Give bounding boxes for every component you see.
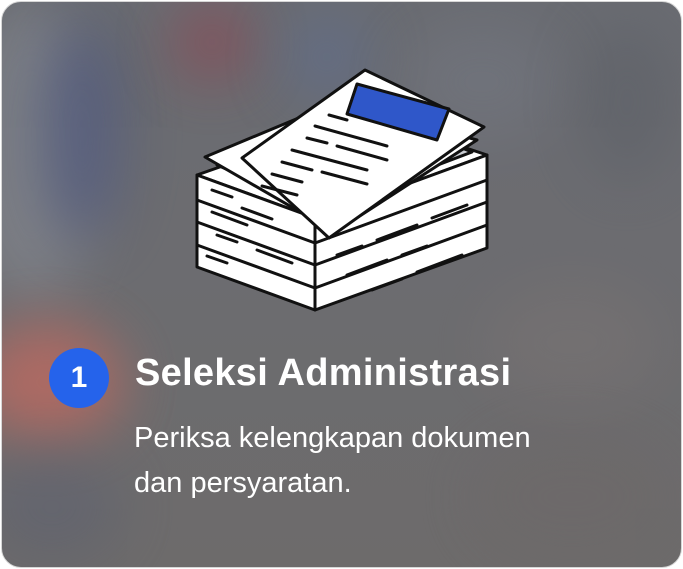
step-description-line-2: dan persyaratan.: [134, 467, 352, 499]
step-card: 1 Seleksi Administrasi Periksa kelengkap…: [1, 1, 682, 568]
step-number-badge: 1: [49, 348, 109, 408]
document-stack-icon: [195, 68, 489, 312]
step-title: Seleksi Administrasi: [135, 352, 512, 394]
step-number-row: 1: [49, 348, 109, 408]
step-description-line-1: Periksa kelengkapan dokumen: [134, 422, 531, 454]
step-description: Periksa kelengkapan dokumen dan persyara…: [134, 416, 634, 506]
